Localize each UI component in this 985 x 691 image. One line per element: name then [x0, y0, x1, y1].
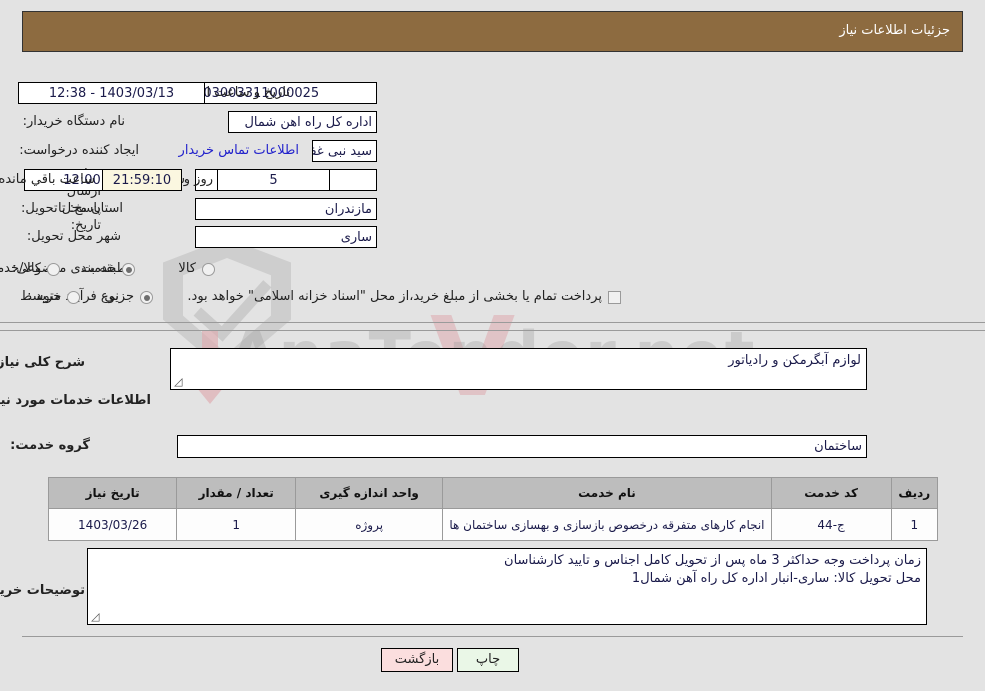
- request-creator-label: ایجاد کننده درخواست:: [19, 143, 139, 158]
- province-label: استان محل تحویل:: [21, 201, 123, 216]
- table-header-radif: ردیف: [890, 477, 939, 509]
- table-header-unit: واحد اندازه گیری: [295, 477, 444, 509]
- table-row[interactable]: 1 ج-44 انجام کارهای متفرقه درخصوص بازساز…: [47, 508, 939, 541]
- services-section-heading: اطلاعات خدمات مورد نیاز: [0, 393, 151, 408]
- general-description-label: شرح کلی نیاز:: [0, 355, 85, 370]
- table-header-code: کد خدمت: [770, 477, 892, 509]
- city-field[interactable]: ساری: [195, 226, 377, 248]
- process-type-radio-motavasset[interactable]: [67, 291, 80, 304]
- province-field[interactable]: مازندران: [195, 198, 377, 220]
- title-bar: جزئیات اطلاعات نیاز: [22, 11, 963, 52]
- divider-top-2: [0, 330, 985, 331]
- buyer-contact-link[interactable]: اطلاعات تماس خریدار: [179, 143, 299, 158]
- city-label: شهر محل تحویل:: [26, 229, 121, 244]
- classification-option-label-0: کالا: [178, 261, 196, 276]
- content-area: شماره نیاز: 1103003311000025 تاریخ و ساع…: [0, 0, 985, 691]
- public-announce-field[interactable]: 1403/03/13 - 12:38: [18, 82, 205, 104]
- print-button[interactable]: چاپ: [457, 648, 519, 672]
- table-cell-code: ج-44: [770, 508, 892, 541]
- page-title: جزئیات اطلاعات نیاز: [839, 23, 950, 38]
- process-type-radio-jozee[interactable]: [140, 291, 153, 304]
- buyer-notes-resize-grip[interactable]: ◿: [91, 611, 101, 622]
- classification-radio-kala[interactable]: [202, 263, 215, 276]
- classification-option-label-2: کالا/خدمت: [0, 261, 41, 276]
- table-cell-name: انجام کارهای متفرقه درخصوص بازسازی و بهس…: [442, 508, 772, 541]
- back-button[interactable]: بازگشت: [381, 648, 453, 672]
- buyer-org-label: نام دستگاه خریدار:: [22, 114, 125, 129]
- buyer-notes-label: توضیحات خریدار:: [0, 583, 85, 598]
- process-type-option-label-0: جزیی: [104, 289, 134, 304]
- table-cell-qty: 1: [176, 508, 297, 541]
- classification-option-label-1: خدمت: [81, 261, 116, 276]
- page-root: V AnaTender.net جزئیات اطلاعات نیاز شمار…: [0, 0, 985, 691]
- countdown-field: 21:59:10: [102, 169, 182, 191]
- process-type-option-label-1: متوسط: [20, 289, 61, 304]
- service-group-label: گروه خدمت:: [10, 438, 90, 453]
- divider-bottom: [22, 636, 963, 637]
- remaining-days-field[interactable]: 5: [217, 169, 330, 191]
- service-group-field[interactable]: ساختمان: [177, 435, 867, 458]
- table-header-qty: تعداد / مقدار: [176, 477, 297, 509]
- table-header-date: تاریخ نیاز: [47, 477, 178, 509]
- table-header-name: نام خدمت: [442, 477, 772, 509]
- classification-radio-kala-khedmat[interactable]: [47, 263, 60, 276]
- treasury-bond-note: پرداخت تمام یا بخشی از مبلغ خرید،از محل …: [187, 289, 602, 304]
- treasury-bond-checkbox[interactable]: [608, 291, 621, 304]
- general-description-textarea[interactable]: لوازم آبگرمکن و رادیاتور: [170, 348, 867, 390]
- classification-radio-khedmat[interactable]: [122, 263, 135, 276]
- buyer-notes-textarea[interactable]: زمان پرداخت وجه حداکثر 3 ماه پس از تحویل…: [87, 548, 927, 625]
- remaining-hours-label: ساعت باقي مانده: [0, 172, 95, 187]
- table-cell-unit: پروژه: [295, 508, 444, 541]
- services-table: ردیف کد خدمت نام خدمت واحد اندازه گیری ت…: [47, 477, 939, 541]
- request-creator-field[interactable]: سید نبی غفاری تاکامی کارشناس تدارکات ادا…: [312, 140, 377, 162]
- table-cell-date: 1403/03/26: [47, 508, 178, 541]
- divider-top: [0, 322, 985, 323]
- general-description-resize-grip[interactable]: ◿: [174, 376, 184, 387]
- buyer-org-field[interactable]: اداره کل راه اهن شمال: [228, 111, 377, 133]
- days-label: روز و: [183, 172, 213, 187]
- table-cell-radif: 1: [890, 508, 939, 541]
- table-header-row: ردیف کد خدمت نام خدمت واحد اندازه گیری ت…: [47, 477, 939, 509]
